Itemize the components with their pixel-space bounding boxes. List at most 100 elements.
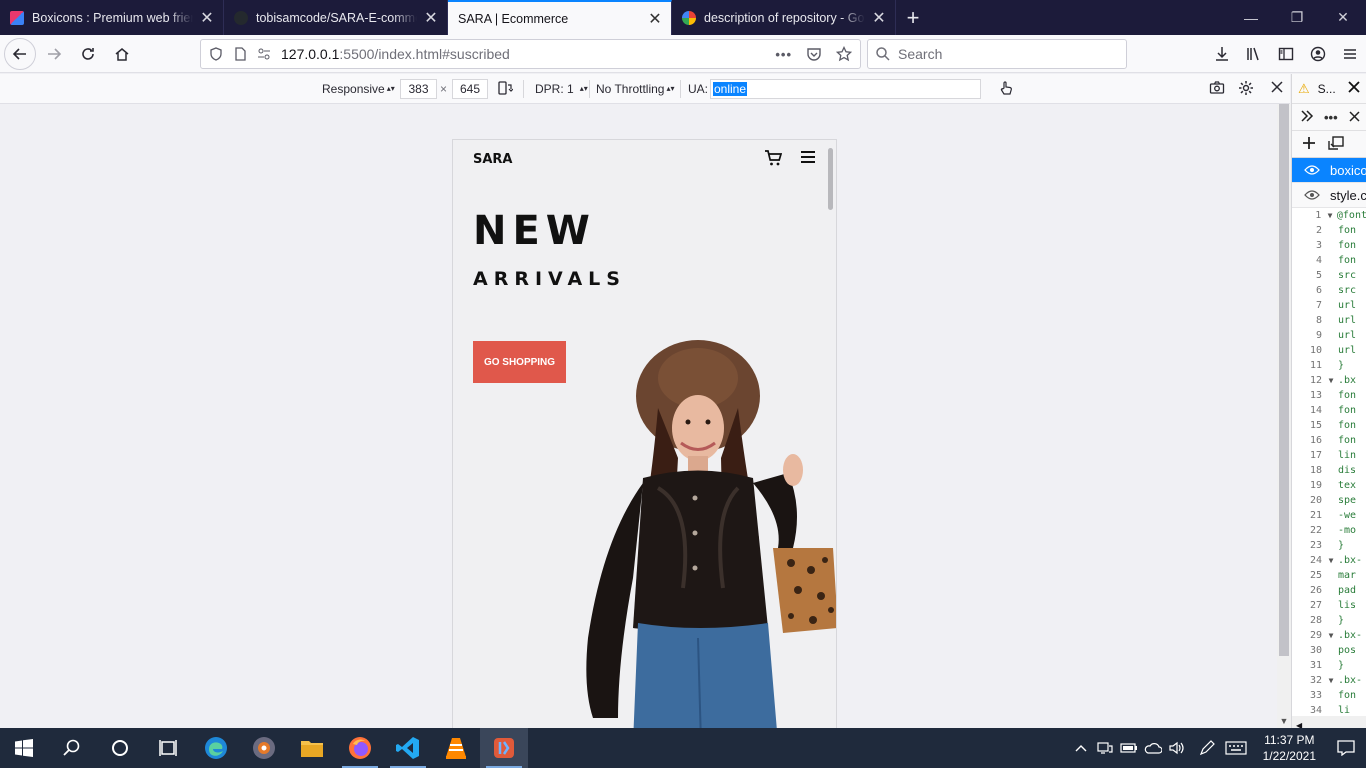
code-line[interactable]: 19 tex [1292,478,1366,493]
fold-arrow-icon[interactable]: ▼ [1324,631,1338,640]
account-icon[interactable] [1302,38,1334,70]
code-line[interactable]: 4 fon [1292,253,1366,268]
code-line[interactable]: 24 ▼ .bx- [1292,553,1366,568]
code-line[interactable]: 7 url [1292,298,1366,313]
code-line[interactable]: 8 url [1292,313,1366,328]
close-tab-icon[interactable]: ✕ [423,10,439,27]
code-line[interactable]: 32 ▼ .bx- [1292,673,1366,688]
rotate-viewport-icon[interactable] [497,80,514,99]
close-pane-icon[interactable] [1349,110,1360,125]
close-tab-icon[interactable]: ✕ [871,10,887,27]
home-button[interactable] [106,38,138,70]
tab-google-search[interactable]: description of repository - Google Searc… [672,0,896,35]
fold-arrow-icon[interactable]: ▼ [1324,556,1338,565]
tab-sara-ecommerce[interactable]: SARA | Ecommerce ✕ [448,0,672,35]
code-line[interactable]: 34 li [1292,703,1366,716]
code-line[interactable]: 2 fon [1292,223,1366,238]
task-view-button[interactable] [144,728,192,768]
search-taskbar-button[interactable] [48,728,96,768]
dpr-select[interactable]: DPR: 1 ▴▾ [535,82,588,96]
inner-scrollbar-thumb[interactable] [828,148,833,210]
code-line[interactable]: 16 fon [1292,433,1366,448]
network-display-icon[interactable] [1093,741,1117,755]
code-line[interactable]: 1 ▼ @font [1292,208,1366,223]
new-tab-button[interactable]: + [896,0,930,35]
code-line[interactable]: 26 pad [1292,583,1366,598]
fold-arrow-icon[interactable]: ▼ [1323,211,1337,220]
go-shopping-button[interactable]: GO SHOPPING [473,341,566,383]
firefox-button[interactable] [336,728,384,768]
code-line[interactable]: 13 fon [1292,388,1366,403]
visibility-eye-icon[interactable] [1304,189,1320,201]
forward-button[interactable] [38,38,70,70]
touch-simulation-icon[interactable] [998,80,1014,99]
code-horizontal-scrollbar[interactable]: ◀ [1292,716,1366,730]
notifications-icon[interactable] [1326,740,1366,756]
back-button[interactable] [4,37,36,70]
code-line[interactable]: 28} [1292,613,1366,628]
pen-icon[interactable] [1195,740,1219,756]
bookmark-star-icon[interactable] [836,46,852,62]
downloads-icon[interactable] [1206,38,1238,70]
cart-icon[interactable] [764,149,783,170]
viewport-width-input[interactable]: 383 [400,79,437,99]
library-icon[interactable] [1238,38,1270,70]
code-line[interactable]: 15 fon [1292,418,1366,433]
scroll-down-arrow-icon[interactable]: ▼ [1277,716,1291,726]
code-line[interactable]: 11} [1292,358,1366,373]
tracking-shield-icon[interactable] [209,47,223,61]
cortana-button[interactable] [96,728,144,768]
tab-github[interactable]: tobisamcode/SARA-E-commerce ✕ [224,0,448,35]
touch-keyboard-icon[interactable] [1219,741,1253,755]
code-line[interactable]: 30 pos [1292,643,1366,658]
code-line[interactable]: 29 ▼ .bx- [1292,628,1366,643]
battery-icon[interactable] [1117,742,1141,754]
expand-panes-icon[interactable] [1300,109,1314,125]
new-stylesheet-icon[interactable] [1302,136,1316,153]
minimize-icon[interactable]: — [1228,0,1274,35]
page-info-icon[interactable] [233,47,247,61]
code-line[interactable]: 3 fon [1292,238,1366,253]
code-line[interactable]: 12 ▼ .bx [1292,373,1366,388]
system-clock[interactable]: 11:37 PM 1/22/2021 [1263,732,1316,764]
stylesheet-item-style[interactable]: style.css [1292,183,1366,208]
file-explorer-button[interactable] [288,728,336,768]
more-options-icon[interactable]: ••• [1324,110,1338,125]
close-tab-icon[interactable]: ✕ [647,11,663,28]
code-line[interactable]: 22 -mo [1292,523,1366,538]
media-player-button[interactable] [240,728,288,768]
settings-gear-icon[interactable] [1238,80,1254,99]
menu-icon[interactable] [1334,38,1366,70]
viewport-height-input[interactable]: 645 [452,79,488,99]
code-line[interactable]: 23} [1292,538,1366,553]
page-actions-icon[interactable]: ••• [775,47,792,62]
code-line[interactable]: 10 url [1292,343,1366,358]
code-line[interactable]: 14 fon [1292,403,1366,418]
code-line[interactable]: 27 lis [1292,598,1366,613]
volume-icon[interactable] [1165,741,1189,755]
code-line[interactable]: 31} [1292,658,1366,673]
vscode-button[interactable] [384,728,432,768]
site-logo[interactable]: SARA [473,152,513,167]
visibility-eye-icon[interactable] [1304,164,1320,176]
sidebar-icon[interactable] [1270,38,1302,70]
fold-arrow-icon[interactable]: ▼ [1324,676,1338,685]
fold-arrow-icon[interactable]: ▼ [1324,376,1338,385]
close-window-icon[interactable]: ✕ [1320,0,1366,35]
code-line[interactable]: 17 lin [1292,448,1366,463]
device-select[interactable]: Responsive ▴▾ [322,82,395,96]
address-bar[interactable]: 127.0.0.1:5500/index.html#suscribed ••• [200,39,861,69]
tab-boxicons[interactable]: Boxicons : Premium web friendly icons ✕ [0,0,224,35]
menu-toggle-icon[interactable] [800,149,816,170]
search-bar[interactable]: Search [867,39,1127,69]
start-button[interactable] [0,728,48,768]
close-rdm-icon[interactable] [1270,80,1284,97]
throttling-select[interactable]: No Throttling ▴▾ [596,82,675,96]
viewport-scrollbar[interactable]: ▼ [1277,104,1291,728]
stylesheet-item-boxicons[interactable]: boxicons [1292,158,1366,183]
vlc-button[interactable] [432,728,480,768]
close-devtools-icon[interactable] [1348,81,1360,96]
code-line[interactable]: 20 spe [1292,493,1366,508]
code-line[interactable]: 6 src [1292,283,1366,298]
close-tab-icon[interactable]: ✕ [199,10,215,27]
